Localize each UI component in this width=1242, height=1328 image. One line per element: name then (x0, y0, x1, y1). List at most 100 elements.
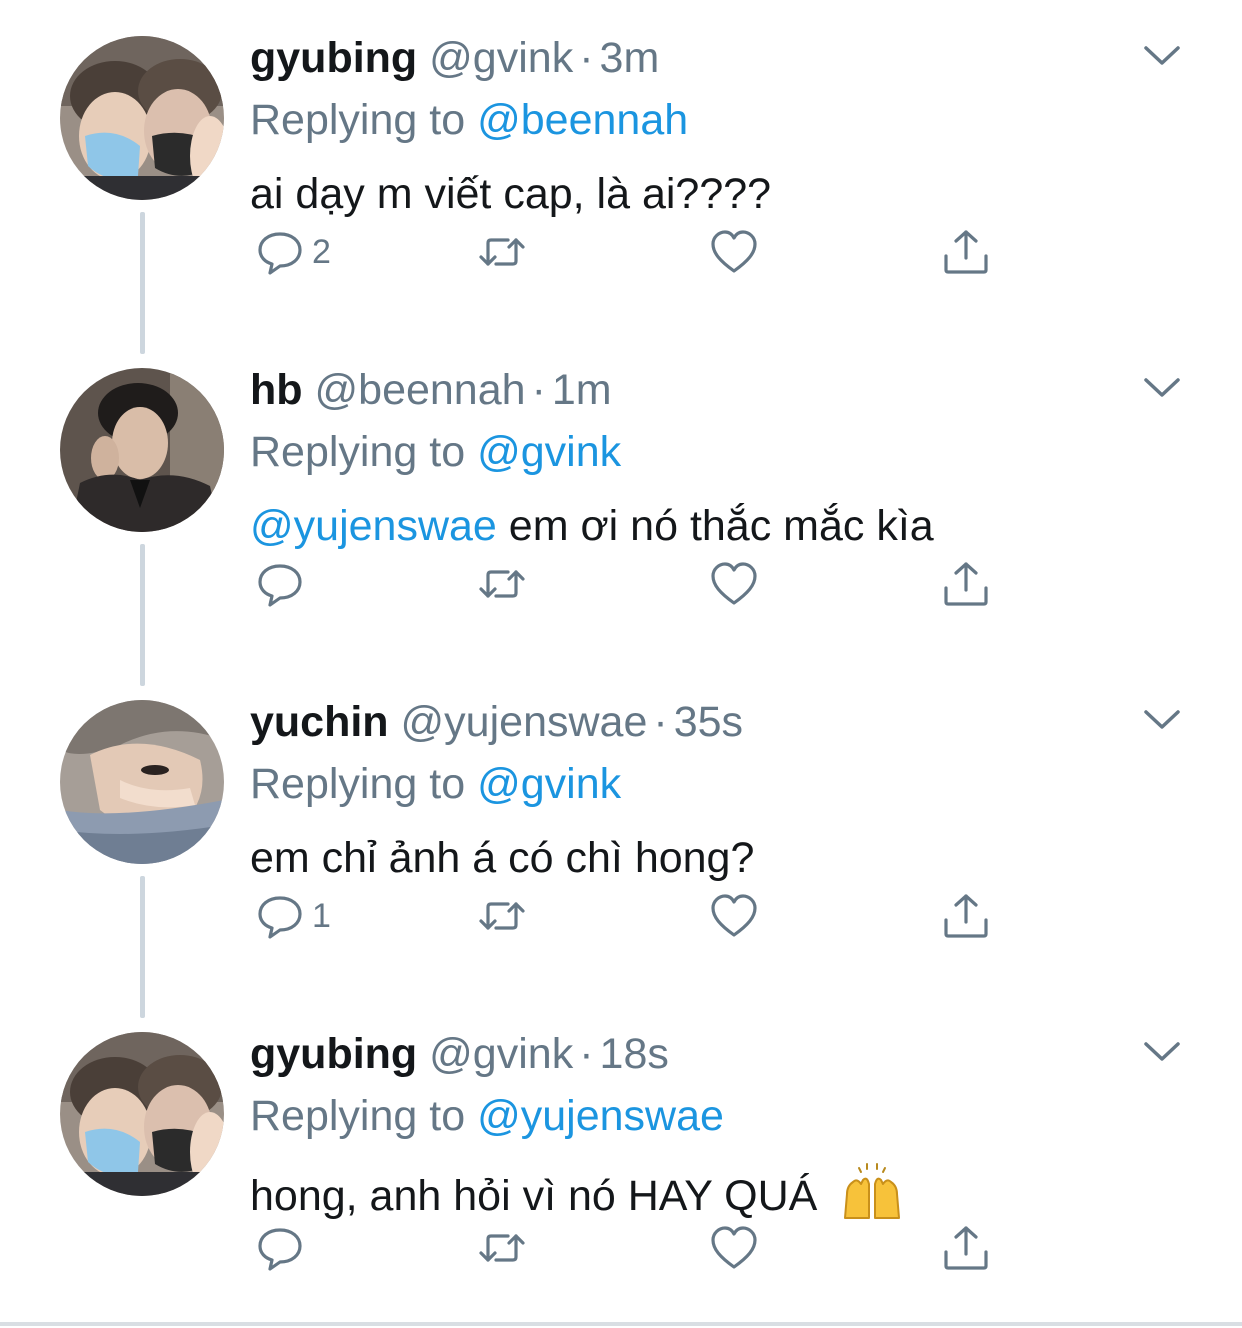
tweet-actions: 2 (250, 222, 1010, 282)
reply-button[interactable]: 1 (254, 886, 331, 946)
divider (0, 1322, 1242, 1326)
separator-dot: · (579, 34, 594, 82)
tweet-body: ai dạy m viết cap, là ai???? (250, 170, 772, 218)
more-options-button[interactable] (1142, 1036, 1182, 1066)
reply-icon (258, 896, 302, 939)
tweet[interactable]: gyubing @gvink · 3m Replying to @beennah a… (0, 0, 1242, 354)
replying-to: Replying to @gvink (250, 756, 621, 812)
replying-to: Replying to @gvink (250, 424, 621, 480)
chevron-down-icon (1144, 378, 1180, 397)
avatar[interactable] (60, 368, 224, 532)
reply-icon (258, 232, 302, 275)
tweet-text: hong, anh hỏi vì nó HAY QUÁ (250, 1162, 905, 1224)
retweet-button[interactable] (476, 886, 528, 946)
reply-count: 1 (312, 896, 331, 935)
retweet-icon (479, 238, 525, 266)
user-handle[interactable]: @gvink (429, 1030, 573, 1078)
tweet-text: ai dạy m viết cap, là ai???? (250, 166, 771, 222)
chevron-down-icon (1144, 1042, 1180, 1061)
reply-button[interactable]: 2 (254, 222, 331, 282)
tweet-text: @yujenswae em ơi nó thắc mắc kìa (250, 498, 934, 554)
tweet-mention[interactable]: @yujenswae (250, 502, 497, 550)
heart-icon (711, 562, 757, 605)
user-handle[interactable]: @beennah (315, 366, 526, 414)
tweet[interactable]: hb @beennah · 1m Replying to @gvink @yujen… (0, 332, 1242, 686)
display-name[interactable]: gyubing (250, 34, 417, 82)
avatar[interactable] (60, 1032, 224, 1196)
retweet-icon (479, 902, 525, 930)
share-button[interactable] (940, 554, 992, 614)
retweet-button[interactable] (476, 222, 528, 282)
avatar[interactable] (60, 700, 224, 864)
replying-to-mention[interactable]: @yujenswae (477, 1092, 724, 1140)
user-handle[interactable]: @gvink (429, 34, 573, 82)
timestamp[interactable]: 3m (600, 34, 660, 82)
replying-to-label: Replying to (250, 428, 466, 476)
timestamp[interactable]: 35s (674, 698, 743, 746)
reply-icon (258, 564, 302, 607)
tweet-header: yuchin @yujenswae · 35s (250, 694, 743, 750)
like-button[interactable] (708, 1218, 760, 1278)
couple-masked-avatar (60, 36, 224, 200)
display-name[interactable]: gyubing (250, 1030, 417, 1078)
replying-to-mention[interactable]: @gvink (477, 760, 621, 808)
dark-portrait-avatar (60, 368, 224, 532)
heart-icon (711, 230, 757, 273)
chevron-down-icon (1144, 710, 1180, 729)
retweet-icon (479, 570, 525, 598)
tweet-actions (250, 1218, 1010, 1278)
separator-dot: · (531, 366, 546, 414)
raising-hands-emoji (839, 1162, 905, 1222)
more-options-button[interactable] (1142, 704, 1182, 734)
reply-button[interactable] (254, 554, 312, 614)
tweet[interactable]: gyubing @gvink · 18s Replying to @yujenswa… (0, 996, 1242, 1328)
retweet-button[interactable] (476, 1218, 528, 1278)
like-button[interactable] (708, 222, 760, 282)
replying-to-label: Replying to (250, 96, 466, 144)
like-button[interactable] (708, 886, 760, 946)
share-icon (944, 1226, 988, 1270)
replying-to-mention[interactable]: @gvink (477, 428, 621, 476)
share-icon (944, 230, 988, 274)
replying-to: Replying to @beennah (250, 92, 688, 148)
more-options-button[interactable] (1142, 40, 1182, 70)
reply-icon (258, 1228, 302, 1271)
tweet-header: gyubing @gvink · 3m (250, 30, 659, 86)
avatar[interactable] (60, 36, 224, 200)
share-button[interactable] (940, 222, 992, 282)
tweet-actions (250, 554, 1010, 614)
timestamp[interactable]: 1m (552, 366, 612, 414)
tweet-actions: 1 (250, 886, 1010, 946)
tweet-body: em ơi nó thắc mắc kìa (496, 502, 934, 550)
timestamp[interactable]: 18s (600, 1030, 669, 1078)
share-icon (944, 894, 988, 938)
heart-icon (711, 894, 757, 937)
replying-to-mention[interactable]: @beennah (477, 96, 688, 144)
couple-masked-avatar (60, 1032, 224, 1196)
reply-button[interactable] (254, 1218, 312, 1278)
share-button[interactable] (940, 886, 992, 946)
user-handle[interactable]: @yujenswae (401, 698, 648, 746)
share-button[interactable] (940, 1218, 992, 1278)
tweet-body: em chỉ ảnh á có chì hong? (250, 834, 755, 882)
retweet-icon (479, 1234, 525, 1262)
separator-dot: · (579, 1030, 594, 1078)
replying-to: Replying to @yujenswae (250, 1088, 724, 1144)
display-name[interactable]: hb (250, 366, 303, 414)
replying-to-label: Replying to (250, 760, 466, 808)
reply-count: 2 (312, 232, 331, 271)
tweet-body: hong, anh hỏi vì nó HAY QUÁ (250, 1172, 818, 1220)
tweet-text: em chỉ ảnh á có chì hong? (250, 830, 754, 886)
chevron-down-icon (1144, 46, 1180, 65)
tweet-header: gyubing @gvink · 18s (250, 1026, 669, 1082)
separator-dot: · (653, 698, 668, 746)
heart-icon (711, 1226, 757, 1269)
like-button[interactable] (708, 554, 760, 614)
replying-to-label: Replying to (250, 1092, 466, 1140)
tweet[interactable]: yuchin @yujenswae · 35s Replying to @gvink… (0, 664, 1242, 1018)
share-icon (944, 562, 988, 606)
display-name[interactable]: yuchin (250, 698, 389, 746)
lying-down-avatar (60, 700, 224, 864)
retweet-button[interactable] (476, 554, 528, 614)
more-options-button[interactable] (1142, 372, 1182, 402)
